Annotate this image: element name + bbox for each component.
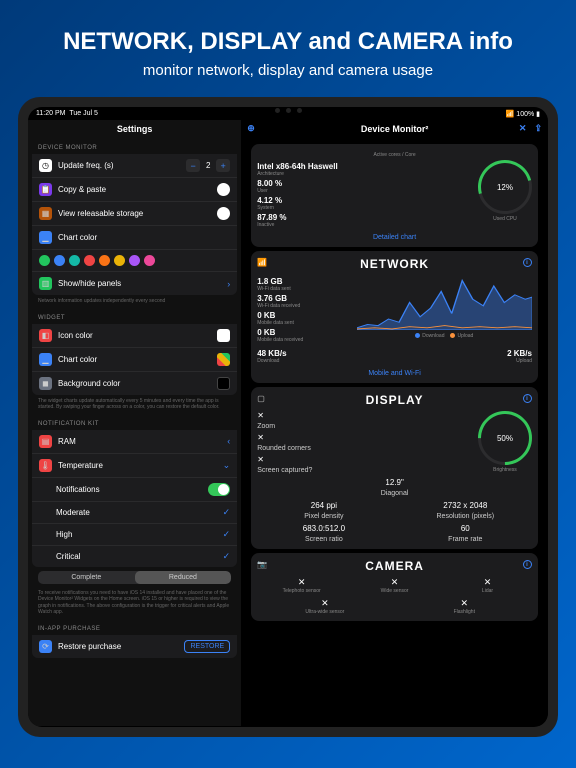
group-notif: NOTIFICATION KIT <box>32 416 237 430</box>
toggle-notifications[interactable] <box>208 483 230 496</box>
bg-icon: ◼ <box>39 377 52 390</box>
brightness-ring: 50% <box>478 411 532 465</box>
row-update-freq[interactable]: ◷ Update freq. (s) − 2 + <box>32 154 237 178</box>
tools-icon[interactable]: ✕ <box>519 123 527 134</box>
caption-widget: The widget charts update automatically e… <box>32 395 237 416</box>
chevron-right-icon: › <box>227 279 230 289</box>
row-view-storage[interactable]: ▦ View releasable storage <box>32 202 237 226</box>
hero-subtitle: monitor network, display and camera usag… <box>20 62 556 79</box>
freq-stepper[interactable]: − 2 + <box>186 159 230 172</box>
restore-button[interactable]: RESTORE <box>184 640 230 653</box>
row-restore[interactable]: ⟳ Restore purchase RESTORE <box>32 635 237 658</box>
display-card: ▢DISPLAYi ✕Zoom ✕Rounded corners ✕Screen… <box>251 387 538 549</box>
cpu-header-icon[interactable]: ⊕ <box>247 123 255 134</box>
display-icon: ▢ <box>257 394 266 403</box>
swatch-black[interactable] <box>217 377 230 390</box>
panels-icon: ▥ <box>39 277 52 290</box>
tablet-frame: 11:20 PM Tue Jul 5 📶 100% ▮ Settings DEV… <box>18 97 558 737</box>
color-palette[interactable] <box>32 250 237 272</box>
swatch-white2[interactable] <box>217 207 230 220</box>
stepper-minus[interactable]: − <box>186 159 200 172</box>
caption-network: Network information updates independentl… <box>32 295 237 310</box>
row-show-hide[interactable]: ▥ Show/hide panels › <box>32 272 237 295</box>
row-chart-color2[interactable]: ▁ Chart color <box>32 348 237 372</box>
row-icon-color[interactable]: ◧ Icon color <box>32 324 237 348</box>
row-ram[interactable]: ▤ RAM ‹ <box>32 430 237 454</box>
chart-icon: ▁ <box>39 231 52 244</box>
group-iap: IN-APP PURCHASE <box>32 621 237 635</box>
row-temperature[interactable]: 🌡 Temperature ⌄ <box>32 454 237 478</box>
check-icon: ✓ <box>223 529 231 540</box>
caption-notif: To receive notifications you need to hav… <box>32 587 237 621</box>
row-bg-color[interactable]: ◼ Background color <box>32 372 237 395</box>
group-device-monitor: DEVICE MONITOR <box>32 140 237 154</box>
info-icon[interactable]: i <box>523 560 532 569</box>
check-icon: ✓ <box>223 507 231 518</box>
storage-icon: ▦ <box>39 207 52 220</box>
seg-reduced[interactable]: Reduced <box>135 571 232 584</box>
temp-icon: 🌡 <box>39 459 52 472</box>
cpu-card: Active cores / Core Intel x86-64h Haswel… <box>251 144 538 247</box>
row-critical[interactable]: Critical ✓ <box>32 546 237 567</box>
clipboard-icon: 📋 <box>39 183 52 196</box>
info-icon[interactable]: i <box>523 394 532 403</box>
icon-color-icon: ◧ <box>39 329 52 342</box>
settings-title: Settings <box>28 120 241 140</box>
segmented-control[interactable]: Complete Reduced <box>38 571 231 584</box>
row-chart-color[interactable]: ▁ Chart color <box>32 226 237 250</box>
info-icon[interactable]: i <box>523 258 532 267</box>
check-icon: ✓ <box>223 551 231 562</box>
notch <box>253 107 323 114</box>
swatch-multi[interactable] <box>217 353 230 366</box>
restore-icon: ⟳ <box>39 640 52 653</box>
chart-icon2: ▁ <box>39 353 52 366</box>
swatch-white[interactable] <box>217 183 230 196</box>
row-moderate[interactable]: Moderate ✓ <box>32 502 237 524</box>
share-icon[interactable]: ⇪ <box>534 123 542 134</box>
row-high[interactable]: High ✓ <box>32 524 237 546</box>
camera-card: 📷CAMERAi ✕Telephoto sensor ✕Wide sensor … <box>251 553 538 621</box>
network-chart: DownloadUpload <box>357 275 532 345</box>
chevron-left-icon: ‹ <box>227 436 230 446</box>
chevron-down-icon: ⌄ <box>223 460 231 471</box>
cpu-ring: 12% <box>478 160 532 214</box>
hero-title: NETWORK, DISPLAY and CAMERA info <box>20 28 556 56</box>
group-widget: WIDGET <box>32 310 237 324</box>
seg-complete[interactable]: Complete <box>38 571 135 584</box>
row-copy-paste[interactable]: 📋 Copy & paste <box>32 178 237 202</box>
stepper-plus[interactable]: + <box>216 159 230 172</box>
clock-icon: ◷ <box>39 159 52 172</box>
swatch-icon-color[interactable] <box>217 329 230 342</box>
ram-icon: ▤ <box>39 435 52 448</box>
camera-icon: 📷 <box>257 560 268 569</box>
mobile-wifi-link[interactable]: Mobile and Wi-Fi <box>257 370 532 377</box>
network-card: 📶NETWORKi 1.8 GBWi-Fi data sent 3.76 GBW… <box>251 251 538 383</box>
row-notifications[interactable]: Notifications <box>32 478 237 502</box>
app-title: Device Monitor² <box>361 124 429 134</box>
detailed-chart-link[interactable]: Detailed chart <box>257 234 532 241</box>
wifi-icon: 📶 <box>257 258 268 267</box>
